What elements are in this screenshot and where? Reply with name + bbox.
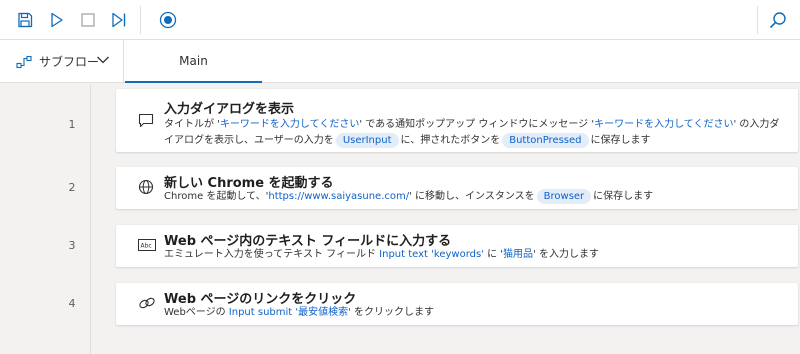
variable-chip: UserInput — [335, 133, 399, 148]
action-description: タイトルが 'キーワードを入力してください' である通知ポップアップ ウィンドウ… — [164, 117, 780, 149]
line-number: 2 — [68, 181, 76, 194]
literal-value: Input submit '最安値検索' — [228, 307, 351, 318]
literal-value: https://www.saiyasune.com/ — [268, 191, 410, 202]
subflows-dropdown[interactable]: サブフロー — [0, 40, 124, 83]
action-description: Webページの Input submit '最安値検索' をクリックします — [164, 305, 780, 321]
desc-text: に保存します — [590, 135, 651, 146]
save-button[interactable] — [12, 7, 38, 33]
desc-text: Chrome を起動して、' — [164, 191, 269, 202]
link-icon — [139, 297, 155, 309]
stop-icon — [81, 13, 95, 27]
line-number: 1 — [68, 118, 76, 131]
literal-value: キーワードを入力してください — [594, 119, 734, 130]
record-button[interactable] — [155, 7, 181, 33]
desc-text: に、押されたボタンを — [400, 135, 501, 146]
line-number: 3 — [68, 239, 76, 252]
run-next-action-button[interactable] — [106, 7, 132, 33]
save-icon — [18, 12, 33, 28]
action-card-populate-text-field[interactable]: Abc Web ページ内のテキスト フィールドに入力する エミュレート入力を使っ… — [116, 225, 798, 267]
subflow-icon — [16, 55, 32, 68]
toolbar — [0, 0, 800, 40]
toolbar-divider — [757, 6, 758, 34]
desc-text: Webページの — [164, 307, 229, 318]
action-card-display-input-dialog[interactable]: 入力ダイアログを表示 タイトルが 'キーワードを入力してください' である通知ポ… — [116, 89, 798, 152]
variable-chip: Browser — [536, 189, 592, 204]
desc-text: ' に移動し、インスタンスを — [409, 191, 535, 202]
subflows-label: サブフロー — [39, 55, 100, 69]
svg-text:Abc: Abc — [141, 243, 152, 250]
search-icon — [769, 12, 786, 29]
run-icon — [51, 12, 63, 28]
globe-icon — [138, 179, 154, 195]
action-card-launch-chrome[interactable]: 新しい Chrome を起動する Chrome を起動して、'https://w… — [116, 167, 798, 209]
literal-value: 猫用品 — [503, 249, 534, 260]
tab-bar: サブフロー Main — [0, 40, 800, 83]
desc-text: エミュレート入力を使ってテキスト フィールド — [164, 249, 380, 260]
literal-value: Input text 'keywords' — [379, 249, 484, 260]
record-icon — [159, 11, 177, 29]
action-description: エミュレート入力を使ってテキスト フィールド Input text 'keywo… — [164, 247, 780, 263]
message-dialog-icon — [138, 113, 154, 128]
chevron-down-icon — [97, 56, 109, 64]
tab-main[interactable]: Main — [125, 40, 262, 83]
run-next-action-icon — [112, 12, 126, 28]
run-button[interactable] — [44, 7, 70, 33]
action-description: Chrome を起動して、'https://www.saiyasune.com/… — [164, 189, 780, 205]
action-card-click-link[interactable]: Web ページのリンクをクリック Webページの Input submit '最… — [116, 283, 798, 325]
desc-text: タイトルが ' — [164, 119, 220, 130]
toolbar-divider — [140, 6, 141, 34]
desc-text: ' を入力します — [533, 249, 599, 260]
line-number: 4 — [68, 297, 76, 310]
text-field-icon: Abc — [138, 239, 156, 251]
literal-value: キーワードを入力してください — [219, 119, 360, 130]
search-button[interactable] — [765, 7, 791, 33]
tab-main-label: Main — [179, 53, 208, 68]
variable-chip: ButtonPressed — [502, 133, 589, 148]
desc-text: に保存します — [593, 191, 654, 202]
stop-button[interactable] — [75, 7, 101, 33]
desc-text: ' である通知ポップアップ ウィンドウにメッセージ ' — [359, 119, 595, 130]
desc-text: に ' — [483, 249, 504, 260]
desc-text: をクリックします — [350, 307, 435, 318]
action-title: 入力ダイアログを表示 — [164, 102, 295, 117]
